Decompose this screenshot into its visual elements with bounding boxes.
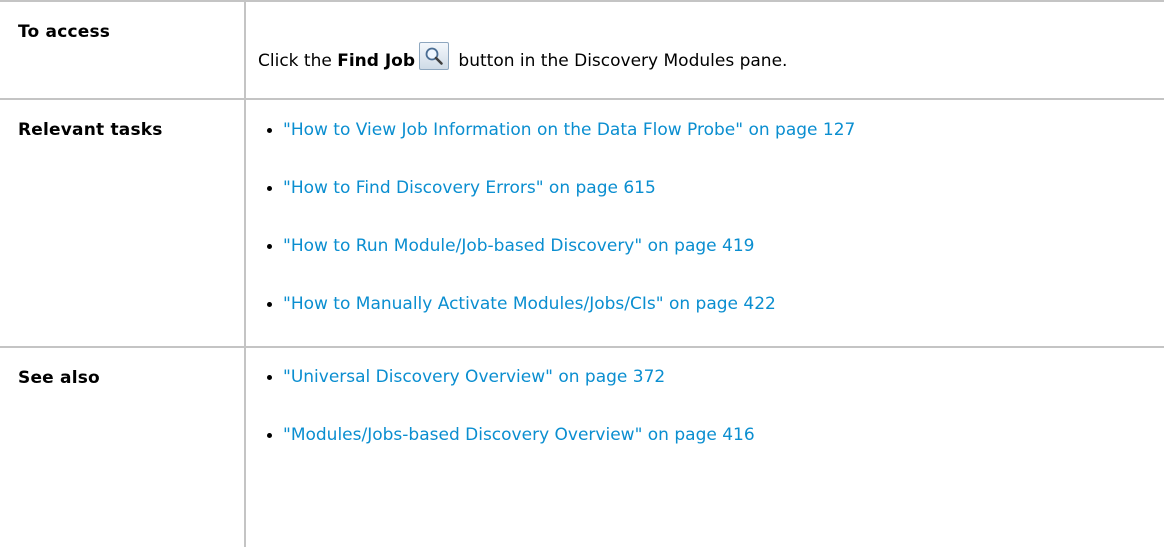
find-job-label: Find Job [337,51,416,71]
row-body-to-access: Click the Find Job button in the Discove… [244,0,1164,100]
list-item: "How to Run Module/Job-based Discovery" … [246,233,1164,259]
task-link-view-job-info[interactable]: "How to View Job Information on the Data… [283,120,855,140]
bullet-icon [267,128,272,133]
magnifier-icon [425,47,443,65]
row-body-relevant-tasks: "How to View Job Information on the Data… [244,98,1164,348]
table-row-to-access: To access Click the Find Job button in t… [0,0,1164,100]
task-link-run-module-discovery[interactable]: "How to Run Module/Job-based Discovery" … [283,236,754,256]
reference-table: To access Click the Find Job button in t… [0,0,1164,547]
access-instructions: Click the Find Job button in the Discove… [258,42,1164,74]
row-heading-see-also: See also [0,346,246,547]
relevant-tasks-list: "How to View Job Information on the Data… [246,117,1164,317]
table-row-see-also: See also "Universal Discovery Overview" … [0,346,1164,547]
find-job-button[interactable] [419,42,450,70]
bullet-icon [267,302,272,307]
access-suffix-text: button in the Discovery Modules pane. [453,51,788,71]
task-link-manually-activate[interactable]: "How to Manually Activate Modules/Jobs/C… [283,294,776,314]
see-also-link-universal-discovery[interactable]: "Universal Discovery Overview" on page 3… [283,367,665,387]
row-heading-to-access: To access [0,0,246,100]
bullet-icon [267,433,272,438]
table-row-relevant-tasks: Relevant tasks "How to View Job Informat… [0,98,1164,348]
row-body-see-also: "Universal Discovery Overview" on page 3… [244,346,1164,547]
task-link-find-discovery-errors[interactable]: "How to Find Discovery Errors" on page 6… [283,178,656,198]
bullet-icon [267,375,272,380]
bullet-icon [267,244,272,249]
list-item: "How to Find Discovery Errors" on page 6… [246,175,1164,201]
list-item: "Universal Discovery Overview" on page 3… [246,364,1164,390]
list-item: "Modules/Jobs-based Discovery Overview" … [246,422,1164,448]
row-heading-relevant-tasks: Relevant tasks [0,98,246,348]
see-also-link-modules-jobs-discovery[interactable]: "Modules/Jobs-based Discovery Overview" … [283,425,755,445]
list-item: "How to View Job Information on the Data… [246,117,1164,143]
see-also-list: "Universal Discovery Overview" on page 3… [246,364,1164,448]
list-item: "How to Manually Activate Modules/Jobs/C… [246,291,1164,317]
access-prefix-text: Click the [258,51,338,71]
bullet-icon [267,186,272,191]
